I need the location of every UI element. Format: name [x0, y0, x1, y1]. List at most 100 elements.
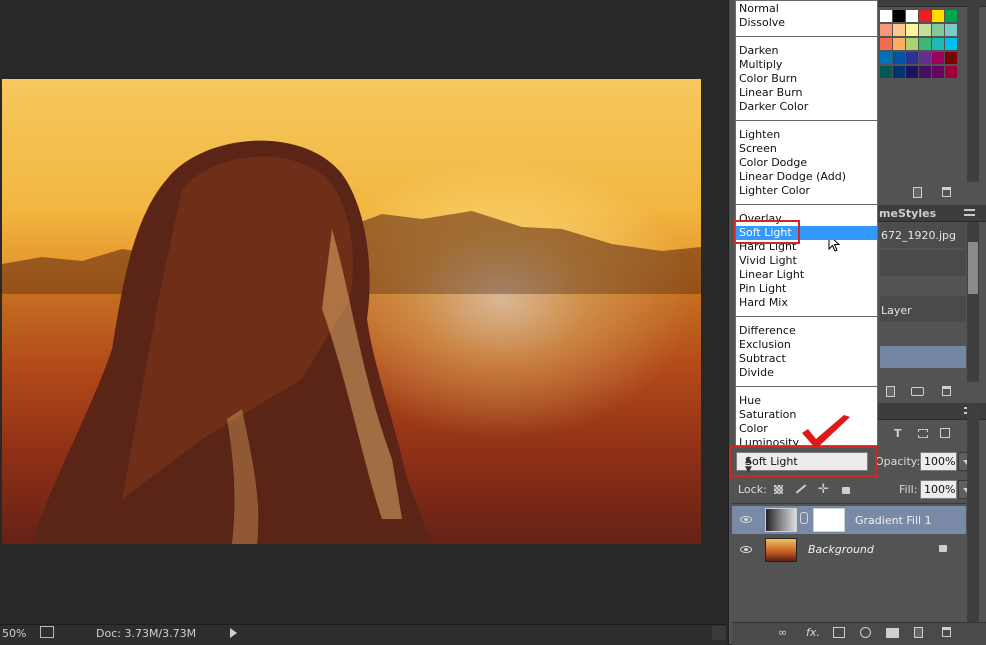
color-swatch[interactable]	[893, 66, 905, 78]
trash-icon[interactable]	[942, 386, 951, 396]
eye-icon[interactable]	[740, 546, 752, 553]
color-swatch[interactable]	[906, 24, 918, 36]
camera-icon[interactable]	[911, 387, 924, 396]
color-swatch[interactable]	[919, 24, 931, 36]
color-swatch[interactable]	[893, 52, 905, 64]
layer-mask-thumbnail[interactable]	[813, 508, 845, 532]
new-snapshot-icon[interactable]	[886, 386, 895, 397]
color-swatch[interactable]	[945, 10, 957, 22]
blend-mode-option[interactable]: Pin Light	[739, 282, 786, 296]
color-swatch[interactable]	[932, 38, 944, 50]
smart-filter-icon[interactable]	[940, 428, 950, 438]
color-swatch[interactable]	[945, 24, 957, 36]
type-filter-icon[interactable]: T	[894, 427, 902, 440]
blend-mode-option[interactable]: Subtract	[739, 352, 786, 366]
blend-mode-option[interactable]: Linear Dodge (Add)	[739, 170, 846, 184]
color-swatch[interactable]	[880, 24, 892, 36]
blend-mode-option[interactable]: Color	[739, 422, 768, 436]
blend-mode-option[interactable]: Darken	[739, 44, 778, 58]
color-swatch[interactable]	[932, 24, 944, 36]
blend-mode-option[interactable]: Linear Burn	[739, 86, 803, 100]
color-swatch[interactable]	[919, 66, 931, 78]
color-swatch[interactable]	[893, 24, 905, 36]
blend-mode-option[interactable]: Lighten	[739, 128, 780, 142]
blend-mode-option[interactable]: Screen	[739, 142, 777, 156]
photo-image	[2, 79, 701, 544]
blend-mode-option[interactable]: Luminosity	[739, 436, 799, 445]
color-swatch[interactable]	[919, 52, 931, 64]
blend-mode-option[interactable]: Hard Mix	[739, 296, 788, 310]
blend-mode-option[interactable]: Dissolve	[739, 16, 785, 30]
blend-mode-option[interactable]: Vivid Light	[739, 254, 797, 268]
link-icon[interactable]: ∞	[778, 626, 787, 639]
fill-label: Fill:	[899, 483, 918, 496]
folder-icon[interactable]	[886, 628, 899, 638]
color-swatch[interactable]	[932, 52, 944, 64]
blend-mode-option[interactable]: Exclusion	[739, 338, 791, 352]
color-swatch[interactable]	[945, 52, 957, 64]
highlight-box-soft-light	[733, 220, 800, 244]
color-swatch[interactable]	[906, 38, 918, 50]
color-swatch[interactable]	[893, 10, 905, 22]
blend-mode-option[interactable]: Divide	[739, 366, 774, 380]
blend-mode-option[interactable]: Saturation	[739, 408, 796, 422]
divider	[732, 503, 966, 504]
swatches-grid[interactable]	[880, 10, 970, 110]
layer-name[interactable]: Gradient Fill 1	[855, 514, 932, 527]
panel-menu-icon[interactable]	[964, 209, 975, 216]
lock-transparency-icon[interactable]	[774, 485, 783, 494]
eye-icon[interactable]	[740, 516, 752, 523]
fx-icon[interactable]: fx.	[806, 626, 820, 639]
color-swatch[interactable]	[919, 10, 931, 22]
color-swatch[interactable]	[906, 52, 918, 64]
color-swatch[interactable]	[880, 10, 892, 22]
blend-mode-option[interactable]: Difference	[739, 324, 796, 338]
fill-field[interactable]: 100%	[920, 480, 957, 499]
blend-mode-option[interactable]: Color Dodge	[739, 156, 807, 170]
color-swatch[interactable]	[906, 10, 918, 22]
layers-scrollbar[interactable]	[967, 406, 979, 638]
color-swatch[interactable]	[945, 38, 957, 50]
trash-icon[interactable]	[942, 187, 951, 197]
new-layer-icon[interactable]	[914, 627, 923, 638]
color-swatch[interactable]	[932, 10, 944, 22]
lock-move-icon[interactable]: ✛	[818, 482, 829, 497]
shape-filter-icon[interactable]	[918, 429, 928, 438]
blend-mode-option[interactable]: Hue	[739, 394, 761, 408]
history-step-selected[interactable]	[880, 346, 966, 368]
new-swatch-icon[interactable]	[913, 187, 922, 198]
layer-name[interactable]: Background	[808, 543, 874, 556]
tab-partial[interactable]: me	[879, 207, 898, 220]
blend-mode-option[interactable]: Multiply	[739, 58, 782, 72]
lock-label: Lock:	[738, 483, 767, 496]
trash-icon[interactable]	[942, 627, 951, 637]
blend-mode-option[interactable]: Color Burn	[739, 72, 797, 86]
tab-styles[interactable]: Styles	[898, 207, 936, 220]
blend-mode-option[interactable]: Linear Light	[739, 268, 804, 282]
color-swatch[interactable]	[893, 38, 905, 50]
color-swatch[interactable]	[932, 66, 944, 78]
mask-icon[interactable]	[833, 627, 845, 638]
blend-mode-option[interactable]: Normal	[739, 2, 779, 16]
share-icon[interactable]	[40, 626, 54, 638]
blend-mode-option[interactable]: Lighter Color	[739, 184, 810, 198]
swatches-scrollbar[interactable]	[967, 0, 979, 182]
opacity-field[interactable]: 100%	[920, 452, 957, 471]
gradient-thumbnail[interactable]	[765, 508, 797, 532]
status-menu-arrow-icon[interactable]	[230, 628, 237, 638]
zoom-level[interactable]: 50%	[2, 627, 26, 640]
doc-size-info: Doc: 3.73M/3.73M	[96, 627, 197, 640]
color-swatch[interactable]	[906, 66, 918, 78]
color-swatch[interactable]	[919, 38, 931, 50]
history-step[interactable]	[880, 250, 966, 276]
color-swatch[interactable]	[945, 66, 957, 78]
lock-all-icon[interactable]	[842, 487, 850, 494]
history-scroll-thumb[interactable]	[968, 242, 978, 294]
canvas-scrollbar-corner[interactable]	[712, 626, 726, 640]
adjustment-icon[interactable]	[860, 627, 871, 638]
color-swatch[interactable]	[880, 38, 892, 50]
color-swatch[interactable]	[880, 66, 892, 78]
blend-mode-option[interactable]: Darker Color	[739, 100, 808, 114]
color-swatch[interactable]	[880, 52, 892, 64]
link-icon[interactable]	[800, 512, 808, 524]
